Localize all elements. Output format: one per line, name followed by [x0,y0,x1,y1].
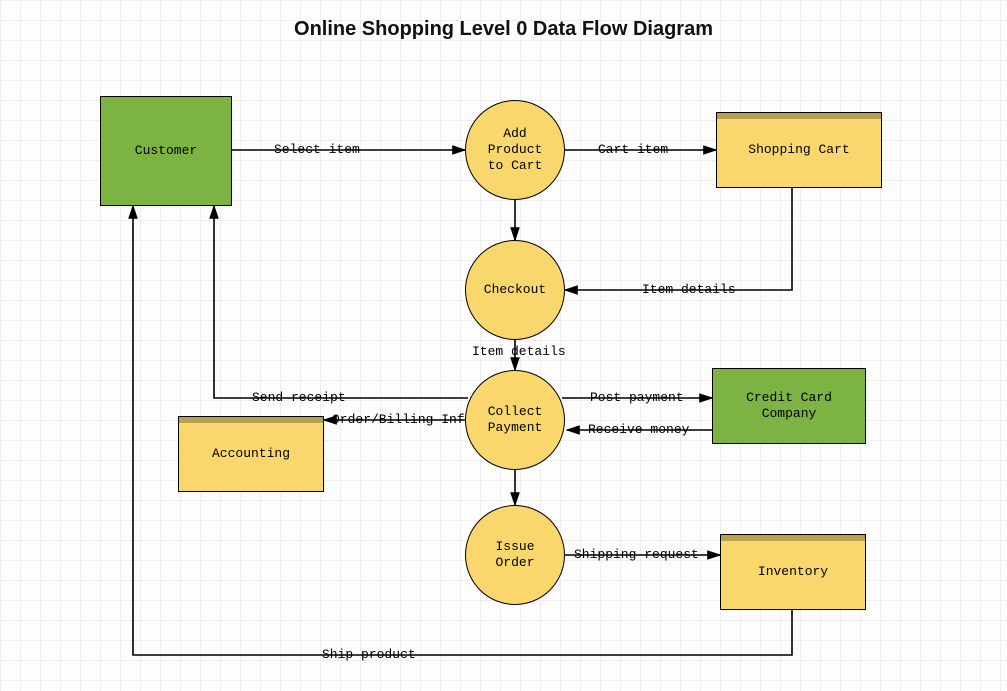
diagram-title: Online Shopping Level 0 Data Flow Diagra… [0,18,1007,41]
process-checkout: Checkout [465,240,565,340]
process-checkout-label: Checkout [484,282,546,298]
process-issue-order: Issue Order [465,505,565,605]
flow-label-item-details-chk: Item details [470,344,568,359]
datastore-accounting-label: Accounting [212,446,290,462]
flow-label-receive-money: Receive money [586,422,691,437]
entity-credit-card-company-label: Credit Card Company [746,390,832,423]
flow-label-select-item: Select item [272,142,362,157]
flow-label-send-receipt: Send receipt [250,390,348,405]
process-issue-order-label: Issue Order [495,539,534,572]
flow-label-order-billing: Order/Billing Info [330,412,474,427]
entity-credit-card-company: Credit Card Company [712,368,866,444]
flow-label-post-payment: Post payment [588,390,686,405]
flow-label-cart-item: Cart item [596,142,670,157]
flow-label-item-details-cart: Item details [640,282,738,297]
flow-label-shipping-request: Shipping request [572,547,701,562]
arrow-send-receipt [214,206,468,398]
process-collect-payment: Collect Payment [465,370,565,470]
datastore-accounting: Accounting [178,416,324,492]
diagram-canvas: Online Shopping Level 0 Data Flow Diagra… [0,0,1007,691]
flow-label-ship-product: Ship product [320,647,418,662]
datastore-shopping-cart-label: Shopping Cart [748,142,849,158]
arrow-item-details-cart [565,188,792,290]
entity-customer: Customer [100,96,232,206]
process-add-product-to-cart: Add Product to Cart [465,100,565,200]
process-add-product-to-cart-label: Add Product to Cart [488,126,543,175]
process-collect-payment-label: Collect Payment [488,404,543,437]
datastore-inventory: Inventory [720,534,866,610]
datastore-shopping-cart: Shopping Cart [716,112,882,188]
datastore-inventory-label: Inventory [758,564,828,580]
entity-customer-label: Customer [135,143,197,159]
